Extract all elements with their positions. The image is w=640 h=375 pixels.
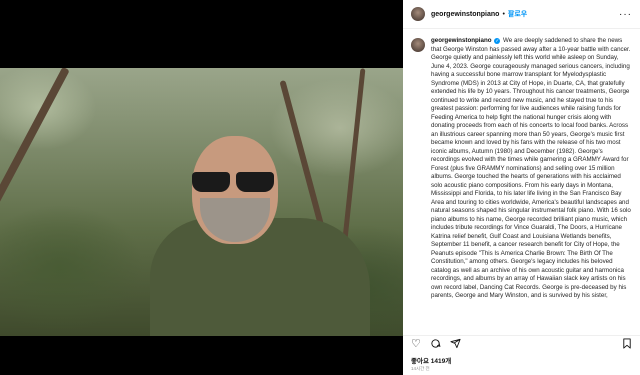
username-link[interactable]: georgewinstonpiano (431, 11, 499, 18)
heart-icon[interactable]: ♡ (411, 339, 421, 350)
separator-dot: • (502, 10, 505, 18)
post-timestamp[interactable]: 14시간 전 (411, 366, 430, 372)
post-media (0, 0, 403, 375)
post-photo[interactable] (0, 68, 403, 336)
more-horizontal-icon[interactable]: ··· (619, 9, 632, 20)
post-header: georgewinstonpiano • 팔로우 ··· (403, 0, 640, 29)
action-bar: ♡ (403, 335, 640, 353)
caption-text: We are deeply saddened to share the news… (431, 37, 631, 299)
follow-button[interactable]: 팔로우 (508, 9, 527, 19)
caption-comment: georgewinstonpiano ✓ We are deeply sadde… (403, 29, 640, 301)
like-count[interactable]: 좋아요 1419개 (411, 355, 451, 365)
caption: georgewinstonpiano ✓ We are deeply sadde… (431, 37, 632, 301)
comment-icon[interactable] (430, 338, 441, 352)
verified-badge-icon: ✓ (494, 38, 501, 44)
share-icon[interactable] (450, 338, 461, 352)
bookmark-icon[interactable] (622, 337, 632, 352)
caption-avatar[interactable] (411, 38, 425, 52)
sunglasses (190, 172, 278, 192)
post-side-panel: georgewinstonpiano • 팔로우 ··· georgewinst… (403, 0, 640, 375)
caption-username[interactable]: georgewinstonpiano (431, 37, 492, 44)
avatar[interactable] (411, 7, 425, 21)
